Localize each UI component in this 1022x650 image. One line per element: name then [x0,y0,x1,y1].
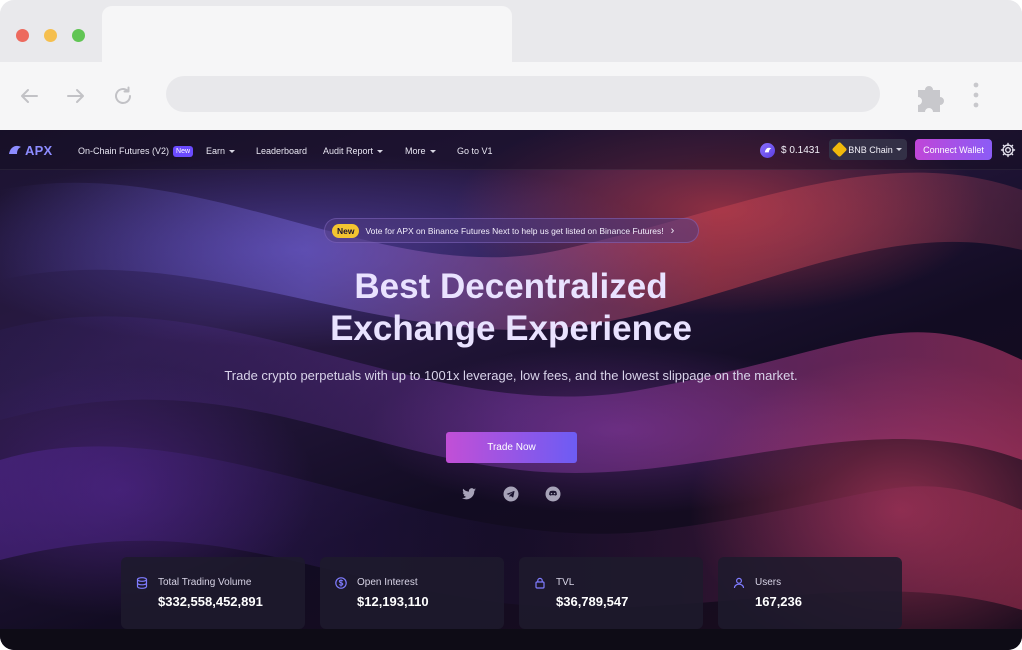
address-bar[interactable] [166,76,880,112]
apx-logo[interactable]: APX [8,142,52,158]
database-icon [136,576,148,589]
announcement-new-badge: New [332,223,360,238]
browser-toolbar [0,62,1022,130]
stat-value: $12,193,110 [357,594,429,609]
apx-logo-icon [9,145,21,154]
page-viewport: APX On-Chain Futures (V2) New Earn Leade… [0,130,1022,650]
stat-label: Users [755,577,782,588]
reload-icon[interactable] [111,84,135,108]
twitter-icon[interactable] [461,486,477,502]
chain-label: BNB Chain [848,144,893,155]
trade-now-button[interactable]: Trade Now [446,432,577,463]
chevron-right-icon: › [670,224,675,237]
nav-audit-report[interactable]: Audit Report [323,144,384,158]
telegram-icon[interactable] [503,486,519,502]
back-arrow-icon[interactable] [17,84,41,108]
stat-label: Open Interest [357,577,418,588]
maximize-window-button[interactable] [72,29,85,42]
stat-value: 167,236 [755,594,802,609]
nav-earn-label: Earn [206,146,226,156]
token-price-value: $ 0.1431 [781,144,820,156]
hero-title-line-1: Best Decentralized [354,267,668,306]
logo-text: APX [25,142,53,158]
chevron-down-icon [377,149,384,153]
stat-card-open-interest: Open Interest $12,193,110 [320,557,504,629]
nav-go-to-v1-label: Go to V1 [457,146,493,156]
new-badge: New [173,145,194,157]
forward-arrow-icon[interactable] [64,84,88,108]
stat-label: TVL [556,577,575,588]
discord-icon[interactable] [545,486,561,502]
lock-icon [534,576,546,589]
stat-value: $332,558,452,891 [158,594,263,609]
nav-go-to-v1[interactable]: Go to V1 [457,144,493,158]
puzzle-extension-icon[interactable] [915,79,949,113]
connect-wallet-button[interactable]: Connect Wallet [915,139,992,160]
announcement-text: Vote for APX on Binance Futures Next to … [365,225,664,236]
page-bottom-section [0,629,1022,650]
hero-title-line-2: Exchange Experience [330,309,692,348]
token-price[interactable]: $ 0.1431 [760,142,820,158]
apx-token-icon [760,142,775,158]
user-icon [733,576,745,589]
nav-earn[interactable]: Earn [206,144,236,158]
dollar-icon [335,576,347,589]
nav-leaderboard-label: Leaderboard [256,146,308,156]
stat-value: $36,789,547 [556,594,629,609]
chevron-down-icon [229,149,236,153]
nav-more-label: More [405,146,426,156]
active-tab[interactable] [102,6,512,62]
nav-leaderboard[interactable]: Leaderboard [256,144,307,158]
hero-subtitle: Trade crypto perpetuals with up to 1001x… [224,368,798,383]
site-navbar: APX On-Chain Futures (V2) New Earn Leade… [0,130,1022,170]
nav-more[interactable]: More [405,144,436,158]
stat-card-users: Users 167,236 [718,557,902,629]
nav-onchain-futures-label: On-Chain Futures (V2) [78,146,170,156]
chevron-down-icon [895,148,902,151]
minimize-window-button[interactable] [44,29,57,42]
stat-label: Total Trading Volume [158,577,252,588]
hero-title: Best Decentralized Exchange Experience [211,266,811,350]
tab-strip [0,0,1022,62]
chain-selector[interactable]: BNB Chain [829,139,907,160]
stat-card-tvl: TVL $36,789,547 [519,557,703,629]
nav-onchain-futures[interactable]: On-Chain Futures (V2) New [78,144,194,158]
browser-window: APX On-Chain Futures (V2) New Earn Leade… [0,0,1022,650]
more-menu-icon[interactable] [966,80,986,110]
announcement-banner[interactable]: New Vote for APX on Binance Futures Next… [324,218,699,243]
chevron-down-icon [429,149,436,153]
close-window-button[interactable] [16,29,29,42]
bnb-icon [831,141,848,158]
nav-audit-report-label: Audit Report [323,146,374,156]
gear-icon[interactable] [1000,142,1016,158]
stat-card-total-trading-volume: Total Trading Volume $332,558,452,891 [121,557,305,629]
